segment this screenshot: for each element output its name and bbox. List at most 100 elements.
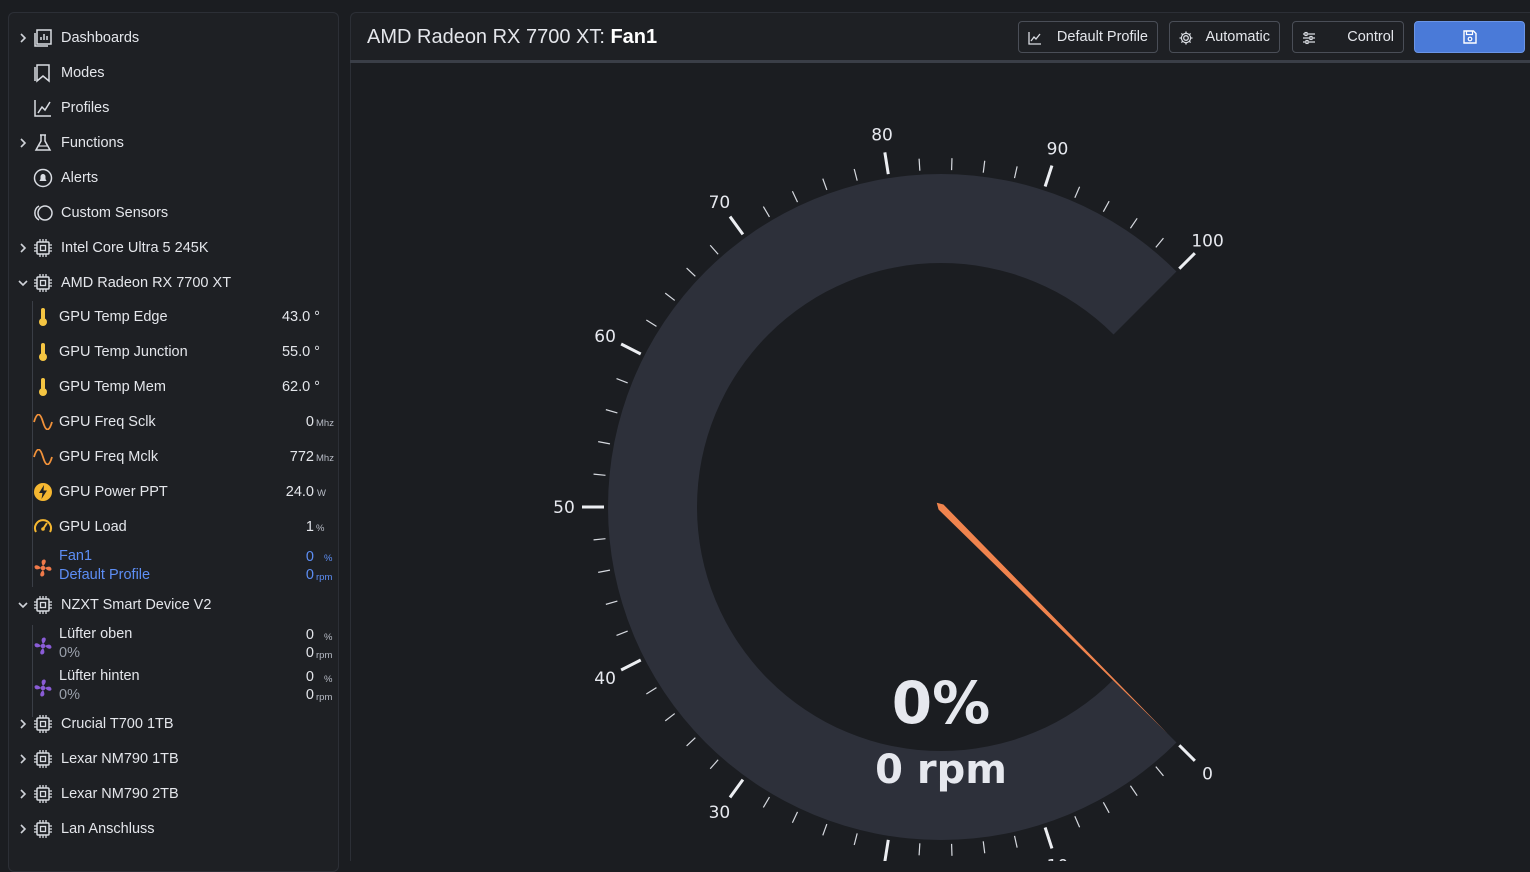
sensor-label: Lüfter hinten (59, 668, 140, 684)
default-profile-label: Default Profile (1057, 29, 1148, 45)
sensor-gpu-freq-sclk[interactable]: GPU Freq Sclk 0 Mhz (9, 405, 338, 440)
gauge-minor-tick (919, 843, 920, 855)
sidebar-item-profiles[interactable]: Profiles (9, 90, 338, 125)
automatic-mode-label: Automatic (1206, 29, 1270, 45)
sensor-sublabel: 0% (59, 687, 80, 703)
gauge-minor-tick (606, 410, 618, 413)
sensor-gpu-load[interactable]: GPU Load 1 % (9, 510, 338, 545)
sensor-label: GPU Power PPT (59, 484, 168, 500)
control-button[interactable]: Control (1292, 21, 1404, 53)
gauge-minor-tick (646, 688, 656, 694)
gauge-minor-tick (1130, 786, 1137, 796)
sensor-gpu-power-ppt[interactable]: GPU Power PPT 24.0 W (9, 475, 338, 510)
chevron-right-icon[interactable] (17, 718, 29, 730)
gauge-major-tick (621, 344, 641, 354)
chevron-right-icon[interactable] (17, 32, 29, 44)
sensor-unit: Mhz (316, 453, 334, 464)
sensor-fan-luefter-oben[interactable]: Lüfter oben 0% 0 % 0 rpm (9, 625, 338, 667)
sensor-gpu-freq-mclk[interactable]: GPU Freq Mclk 772 Mhz (9, 440, 338, 475)
sensor-unit: rpm (316, 572, 332, 583)
chevron-right-icon[interactable] (17, 823, 29, 835)
page-title-channel: Fan1 (610, 26, 657, 48)
sensor-gpu-temp-edge[interactable]: GPU Temp Edge 43.0 ° (9, 300, 338, 335)
sidebar-item-modes[interactable]: Modes (9, 55, 338, 90)
gauge-tick-label: 30 (709, 803, 731, 823)
sidebar-item-functions[interactable]: Functions (9, 125, 338, 160)
thermometer-icon (33, 307, 53, 327)
speedometer-icon (33, 517, 53, 537)
gauge-minor-tick (598, 442, 610, 444)
sensor-label: Lüfter oben (59, 626, 132, 642)
sidebar-item-label: Lexar NM790 2TB (61, 786, 179, 802)
chevron-right-icon[interactable] (17, 753, 29, 765)
gauge-minor-tick (1075, 816, 1080, 827)
bookmark-icon (32, 62, 54, 84)
sidebar-item-custom-sensors[interactable]: Custom Sensors (9, 195, 338, 230)
gauge-minor-tick (617, 631, 628, 635)
gauge-minor-tick (594, 474, 606, 475)
sensor-rpm-value: 0 (306, 645, 314, 661)
chip-icon (32, 713, 54, 735)
sidebar-item-label: Lexar NM790 1TB (61, 751, 179, 767)
sensor-value: 772 (290, 449, 314, 465)
sensor-duty-value: 0 (306, 627, 314, 643)
chevron-down-icon[interactable] (17, 599, 29, 611)
gauge-minor-tick (687, 738, 696, 746)
gauge-percent-value: 0% (892, 669, 990, 737)
gauge-minor-tick (1015, 836, 1018, 848)
sidebar-item-alerts[interactable]: Alerts (9, 160, 338, 195)
gauge-major-tick (730, 217, 743, 235)
sidebar-item-dashboards[interactable]: Dashboards (9, 20, 338, 55)
sensor-rpm-value: 0 (306, 687, 314, 703)
page-title: AMD Radeon RX 7700 XT: Fan1 (367, 26, 657, 49)
sensor-gpu-temp-mem[interactable]: GPU Temp Mem 62.0 ° (9, 370, 338, 405)
gauge-minor-tick (1103, 802, 1109, 813)
sensor-value: 24.0 (286, 484, 314, 500)
sidebar-item-lan-anschluss[interactable]: Lan Anschluss (9, 811, 338, 846)
sidebar-item-lexar-2tb[interactable]: Lexar NM790 2TB (9, 776, 338, 811)
sensor-gpu-temp-junction[interactable]: GPU Temp Junction 55.0 ° (9, 335, 338, 370)
sidebar-item-label: Custom Sensors (61, 205, 168, 221)
gauge-tick-label: 100 (1191, 231, 1223, 251)
sensor-fan-luefter-hinten[interactable]: Lüfter hinten 0% 0 % 0 rpm (9, 667, 338, 709)
sensor-unit: % (316, 523, 324, 534)
sidebar-item-lexar-1tb[interactable]: Lexar NM790 1TB (9, 741, 338, 776)
chevron-right-icon[interactable] (17, 242, 29, 254)
sensor-unit: % (324, 553, 332, 564)
gauge-minor-tick (823, 179, 827, 190)
sidebar-item-crucial-t700[interactable]: Crucial T700 1TB (9, 706, 338, 741)
gauge-minor-tick (665, 293, 674, 300)
sensor-value: 55.0 ° (282, 344, 320, 360)
gauge-tick-label: 70 (709, 193, 731, 213)
automatic-mode-button[interactable]: Automatic (1169, 21, 1280, 53)
sidebar-item-nzxt[interactable]: NZXT Smart Device V2 (9, 587, 338, 622)
sidebar-item-amd-gpu[interactable]: AMD Radeon RX 7700 XT (9, 265, 338, 300)
gauge-major-tick (621, 660, 641, 670)
sensor-unit: Mhz (316, 418, 334, 429)
sensor-unit: % (324, 674, 332, 685)
gauge-minor-tick (792, 812, 797, 823)
chevron-down-icon[interactable] (17, 277, 29, 289)
chevron-right-icon[interactable] (17, 788, 29, 800)
sidebar-item-intel-cpu[interactable]: Intel Core Ultra 5 245K (9, 230, 338, 265)
gauge-tick-label: 50 (553, 498, 575, 518)
default-profile-button[interactable]: Default Profile (1018, 21, 1158, 53)
fan-icon (33, 558, 53, 578)
gauge-major-tick (885, 840, 888, 861)
chevron-right-icon[interactable] (17, 137, 29, 149)
sidebar-item-label: Modes (61, 65, 105, 81)
bolt-icon (33, 482, 53, 502)
custom-sensor-icon (32, 202, 54, 224)
sensor-label: GPU Temp Mem (59, 379, 166, 395)
chart-line-icon (32, 97, 54, 119)
gauge-minor-tick (687, 268, 696, 276)
chip-icon (32, 237, 54, 259)
gauge-minor-tick (763, 797, 769, 807)
gauge-minor-tick (823, 824, 827, 835)
sensor-value: 0 (306, 414, 314, 430)
save-button[interactable] (1414, 21, 1525, 53)
save-icon (1462, 29, 1478, 45)
gauge-minor-tick (1103, 201, 1109, 212)
gauge-tick-label: 0 (1202, 765, 1213, 785)
sensor-fan1-selected[interactable]: Fan1 Default Profile 0 % 0 rpm (9, 548, 338, 588)
